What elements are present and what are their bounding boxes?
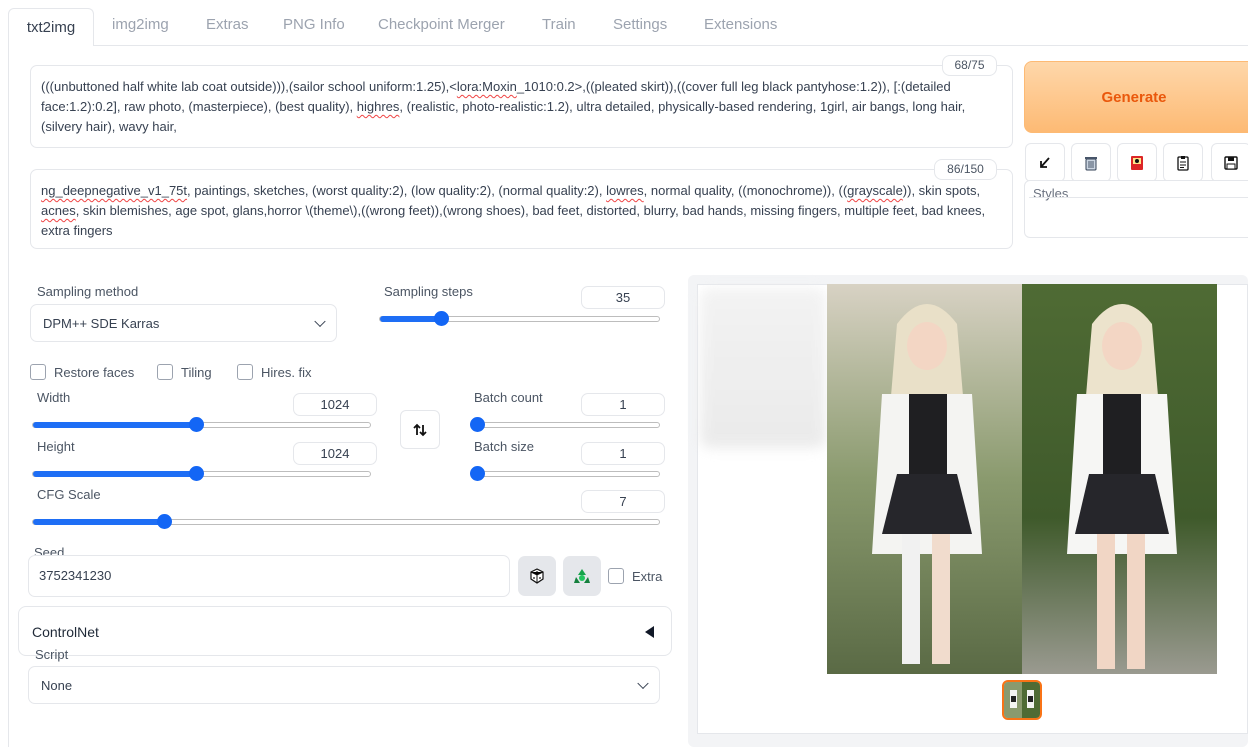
tab-bar: txt2img img2img Extras PNG Info Checkpoi… (0, 0, 1248, 47)
tab-png-info[interactable]: PNG Info (283, 16, 345, 33)
cfg-scale-label: CFG Scale (37, 487, 101, 502)
width-slider[interactable] (32, 417, 371, 432)
slider-thumb[interactable] (470, 417, 485, 432)
extra-networks-button[interactable] (1117, 143, 1157, 182)
tiling-label: Tiling (181, 365, 212, 380)
height-slider[interactable] (32, 466, 371, 481)
thumbnail-image (1004, 682, 1040, 718)
tiling-checkbox[interactable] (157, 364, 173, 380)
hires-fix-checkbox[interactable] (237, 364, 253, 380)
generated-image[interactable] (827, 284, 1217, 674)
prompt-text: highres (356, 99, 400, 114)
tab-settings[interactable]: Settings (613, 16, 667, 33)
batch-count-label: Batch count (474, 390, 543, 405)
negative-prompt-text: acnes (41, 203, 76, 218)
tab-img2img[interactable]: img2img (112, 16, 169, 33)
script-select[interactable]: None (28, 666, 660, 704)
extra-seed-checkbox[interactable] (608, 568, 624, 584)
slider-thumb[interactable] (470, 466, 485, 481)
prompt-textarea[interactable]: (((unbuttoned half white lab coat outsid… (30, 65, 1013, 148)
collapse-triangle-icon[interactable] (645, 626, 654, 638)
clipboard-icon (1177, 155, 1189, 171)
restore-faces-label: Restore faces (54, 365, 135, 380)
batch-size-label: Batch size (474, 439, 534, 454)
sampling-method-value: DPM++ SDE Karras (43, 315, 160, 331)
styles-dropdown[interactable]: Styles (1024, 180, 1248, 238)
sampling-steps-input[interactable]: 35 (581, 286, 665, 309)
random-seed-button[interactable] (518, 556, 556, 596)
width-label: Width (37, 390, 71, 405)
negative-prompt-token-counter: 86/150 (934, 159, 997, 180)
negative-prompt-text: )), skin spots, (902, 183, 981, 198)
height-label: Height (37, 439, 75, 454)
model-card-icon (1131, 155, 1143, 170)
chevron-down-icon (314, 315, 326, 328)
seed-input[interactable]: 3752341230 (28, 555, 510, 597)
restore-faces-checkbox[interactable] (30, 364, 46, 380)
tab-extensions[interactable]: Extensions (704, 16, 777, 33)
controlnet-accordion[interactable]: ControlNet (18, 606, 672, 656)
sampling-steps-label: Sampling steps (384, 284, 473, 299)
batch-size-slider[interactable] (470, 466, 660, 481)
negative-prompt-text: , normal quality, ((monochrome)), (( (643, 183, 848, 198)
styles-label: Styles (1033, 186, 1069, 201)
arrow-down-left-icon (1040, 156, 1050, 168)
trash-icon (1085, 156, 1097, 170)
dice-icon (530, 568, 544, 584)
tab-train[interactable]: Train (542, 16, 576, 33)
prompt-token-counter: 68/75 (942, 55, 997, 76)
tab-extras[interactable]: Extras (206, 16, 249, 33)
panel-border (8, 46, 9, 747)
height-input[interactable]: 1024 (293, 442, 377, 465)
slider-thumb[interactable] (434, 311, 450, 326)
chevron-down-icon (637, 677, 649, 690)
slider-thumb[interactable] (189, 417, 205, 432)
swap-dimensions-button[interactable] (400, 410, 440, 449)
apply-style-button[interactable] (1163, 143, 1203, 182)
extra-seed-label: Extra (632, 569, 663, 584)
read-params-button[interactable] (1025, 143, 1065, 182)
controlnet-title: ControlNet (32, 624, 99, 640)
swap-arrows-icon (413, 423, 427, 436)
batch-size-input[interactable]: 1 (581, 442, 665, 465)
script-value: None (41, 677, 73, 693)
tab-checkpoint-merger[interactable]: Checkpoint Merger (378, 16, 505, 33)
slider-thumb[interactable] (157, 514, 173, 529)
save-style-button[interactable] (1211, 143, 1248, 182)
clear-prompt-button[interactable] (1071, 143, 1111, 182)
tab-txt2img[interactable]: txt2img (8, 8, 94, 46)
batch-count-input[interactable]: 1 (581, 393, 665, 416)
sampling-steps-slider[interactable] (379, 311, 660, 326)
reuse-seed-button[interactable] (563, 556, 601, 596)
hires-fix-label: Hires. fix (261, 365, 312, 380)
negative-prompt-text: , skin blemishes, age spot, glans,horror… (41, 203, 986, 238)
recycle-icon (574, 569, 590, 583)
prompt-text: (((unbuttoned half white lab coat outsid… (41, 79, 457, 94)
negative-prompt-text: lowres (606, 183, 644, 198)
negative-prompt-text: grayscale (847, 183, 903, 198)
negative-prompt-textarea[interactable]: ng_deepnegative_v1_75t, paintings, sketc… (30, 169, 1013, 249)
blurred-preview (700, 288, 826, 448)
negative-prompt-text: ng_deepnegative_v1_75t (41, 183, 188, 198)
generate-button[interactable]: Generate (1024, 61, 1248, 133)
negative-prompt-text: , paintings, sketches, (worst quality:2)… (187, 183, 607, 198)
cfg-scale-input[interactable]: 7 (581, 490, 665, 513)
gallery-thumbnail-selected[interactable] (1002, 680, 1042, 720)
slider-thumb[interactable] (189, 466, 205, 481)
sampling-method-label: Sampling method (37, 284, 139, 299)
save-icon (1224, 155, 1238, 170)
sampling-method-select[interactable]: DPM++ SDE Karras (30, 304, 337, 342)
width-input[interactable]: 1024 (293, 393, 377, 416)
batch-count-slider[interactable] (470, 417, 660, 432)
prompt-text: lora:Moxin (456, 79, 517, 94)
cfg-scale-slider[interactable] (32, 514, 660, 529)
script-label: Script (35, 647, 69, 662)
